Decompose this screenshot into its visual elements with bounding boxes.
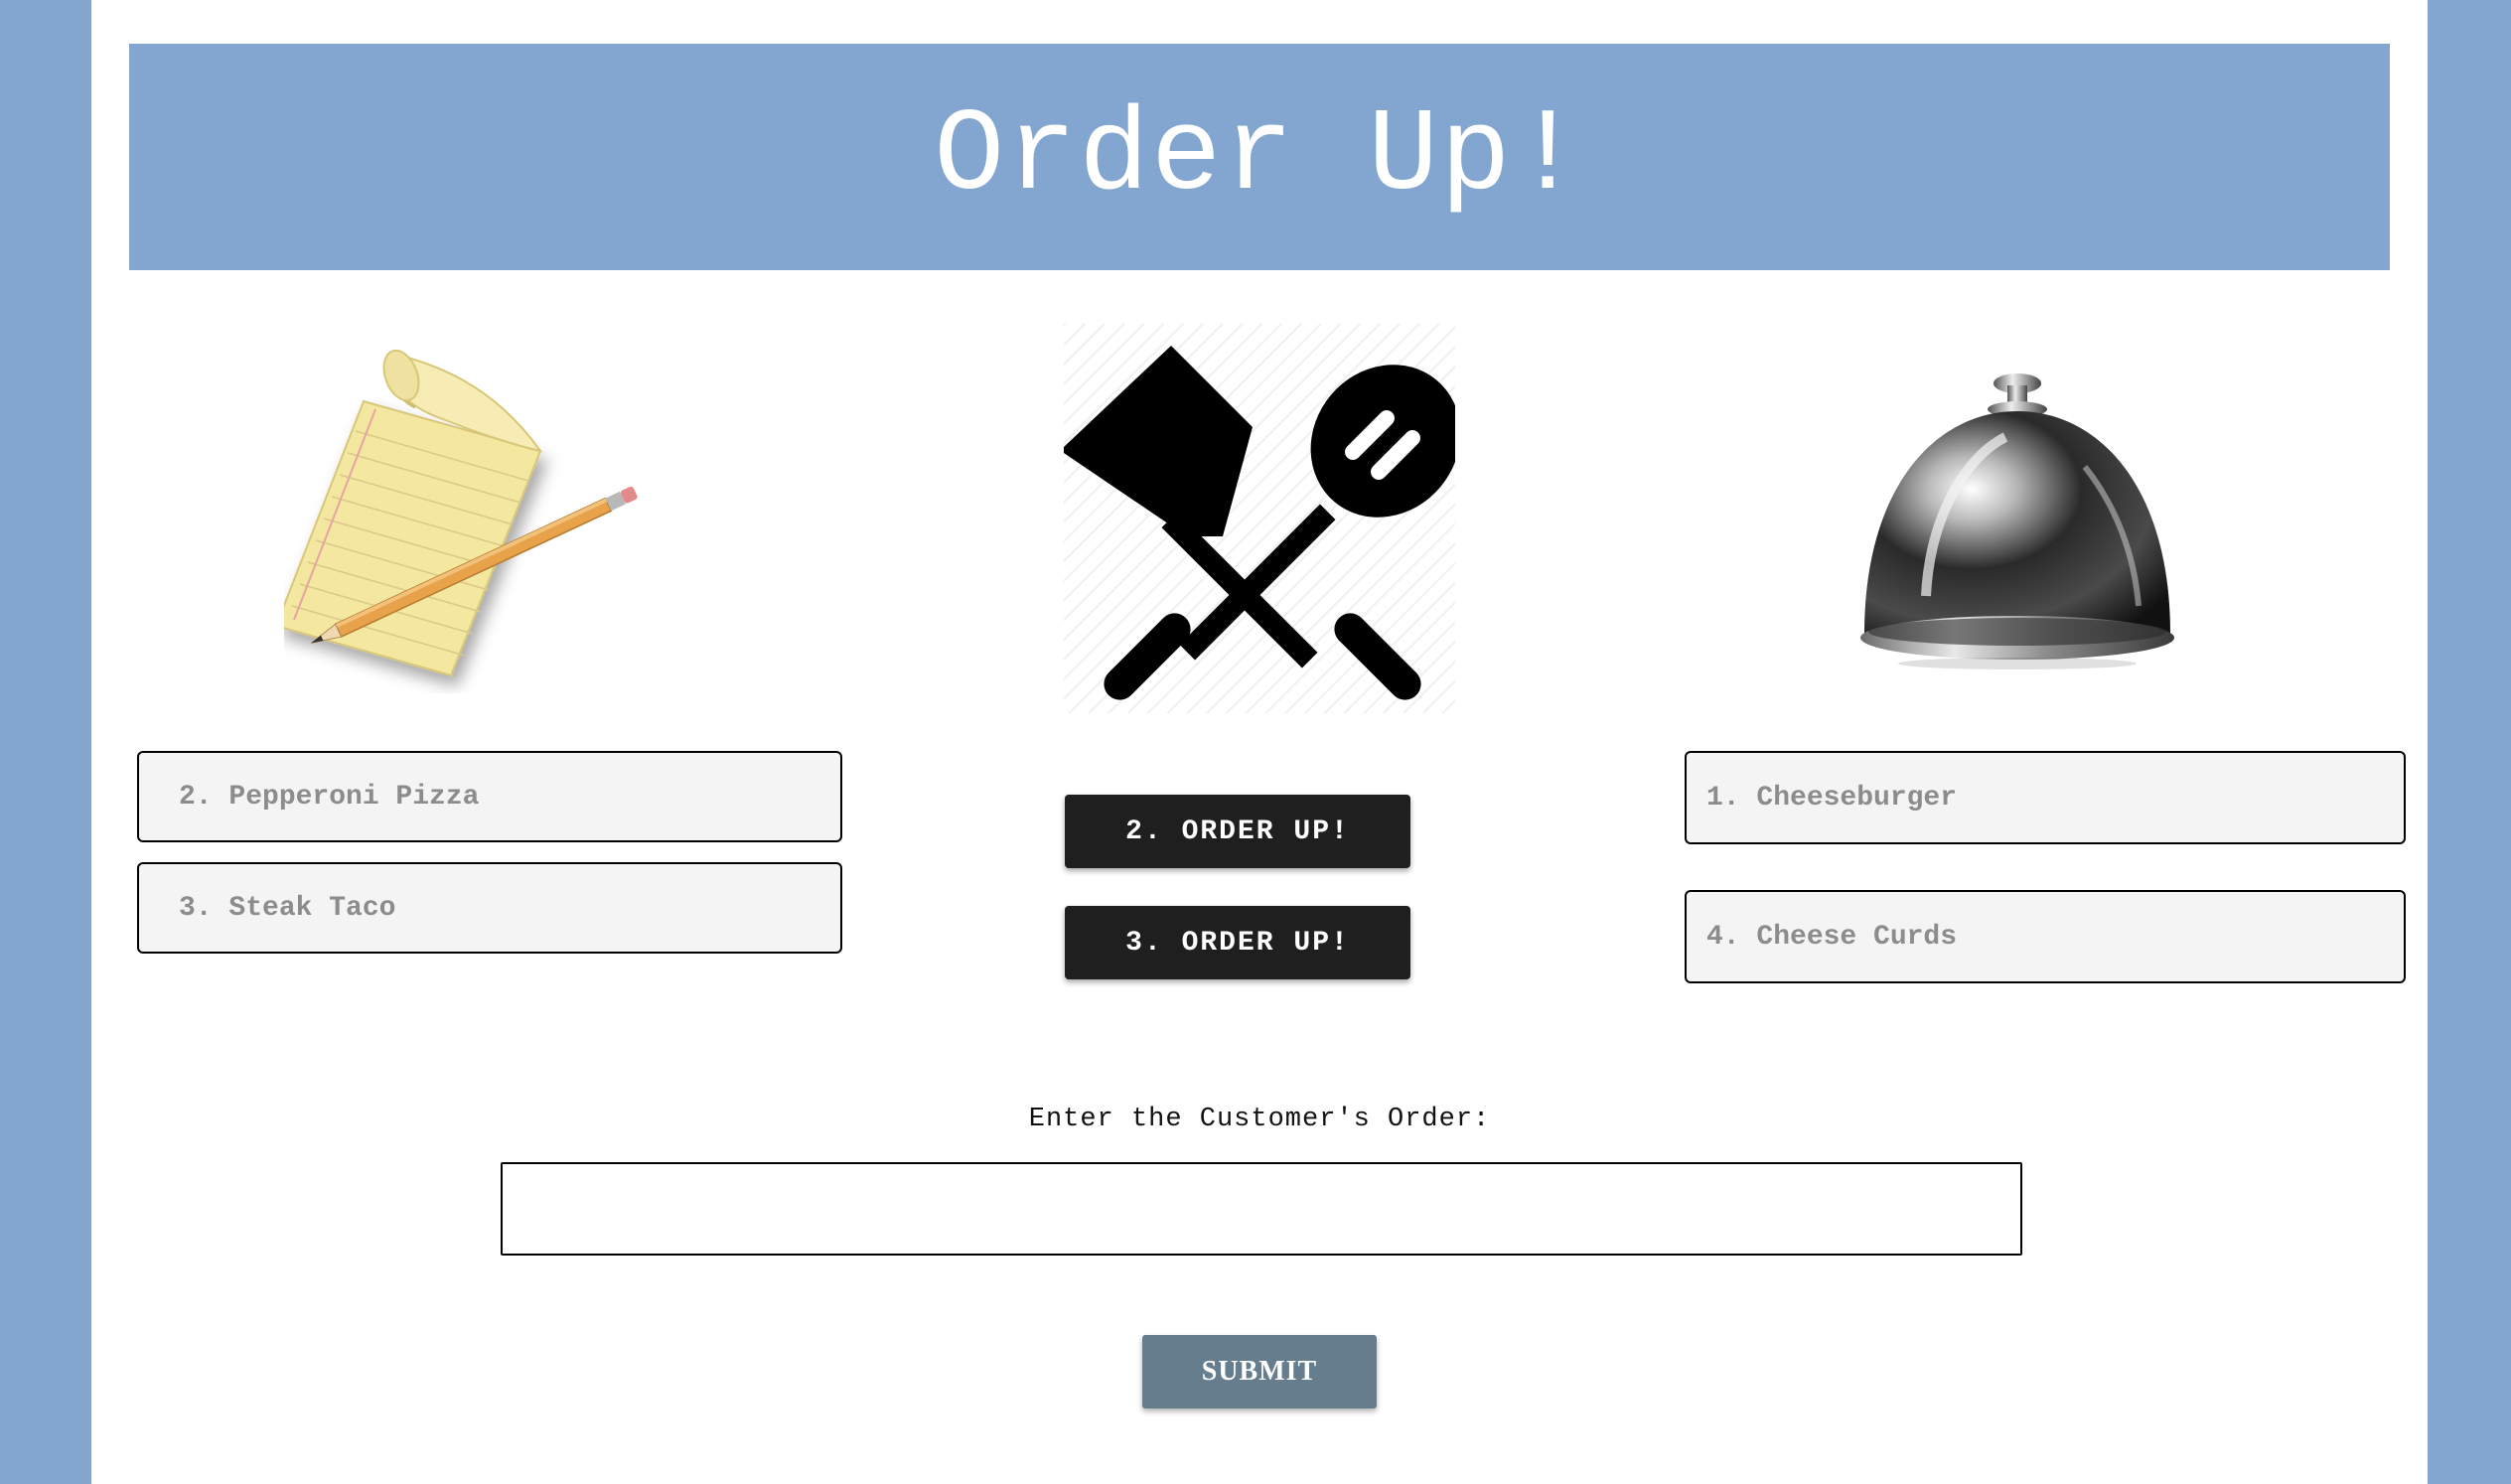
spatula-utensils-icon: [1064, 324, 1461, 713]
order-up-button[interactable]: 3. ORDER UP!: [1065, 906, 1410, 979]
pending-order-item: 2. Pepperoni Pizza: [137, 751, 842, 842]
served-order-item: 4. Cheese Curds: [1685, 890, 2406, 983]
pending-order-item: 3. Steak Taco: [137, 862, 842, 954]
order-input-label: Enter the Customer's Order:: [1028, 1105, 1491, 1134]
serving-cloche-icon: [1856, 368, 2184, 675]
notepad-pencil-icon: [274, 336, 681, 693]
page-container: Order Up! 2. Pepperoni Pizza 3. Steak Ta…: [91, 0, 2428, 1484]
header-banner: Order Up!: [129, 44, 2390, 270]
order-up-button[interactable]: 2. ORDER UP!: [1065, 795, 1410, 868]
served-order-item: 1. Cheeseburger: [1685, 751, 2406, 844]
submit-button[interactable]: SUBMIT: [1142, 1335, 1377, 1409]
page-title: Order Up!: [934, 90, 1585, 223]
customer-order-input[interactable]: [501, 1162, 2022, 1256]
